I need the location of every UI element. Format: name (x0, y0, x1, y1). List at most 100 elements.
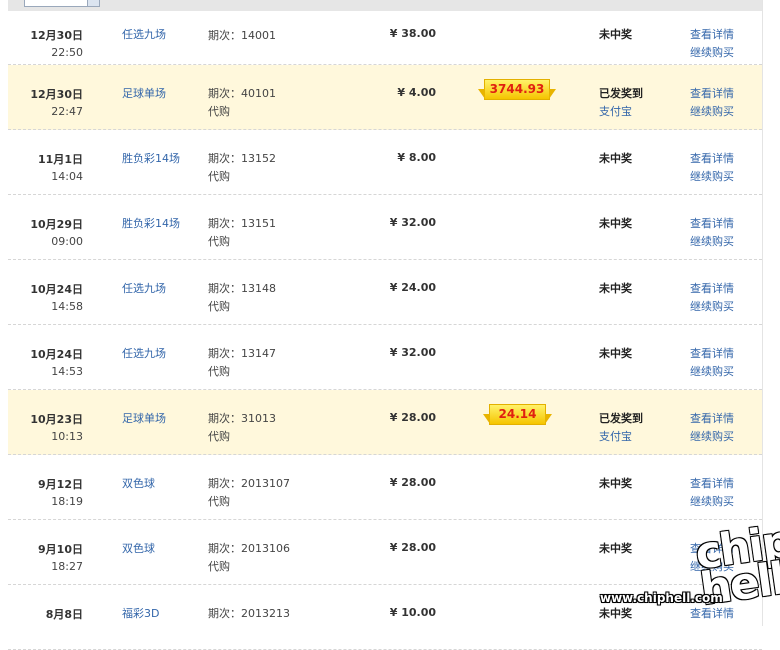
table-row: 10月24日 14:58 任选九场 期次：13148 代购 ¥ 24.00 未中奖 查看详情继… (8, 260, 762, 325)
purchase-type: 代购 (208, 430, 230, 443)
prize-status: 已发奖到 (599, 87, 643, 100)
prize-status: 未中奖 (599, 477, 632, 490)
issue-number: 期次：13151 (208, 217, 276, 230)
view-details-link[interactable]: 查看详情 (690, 475, 734, 491)
issue-number: 期次：2013107 (208, 477, 290, 490)
ribbon-right-icon (549, 89, 556, 99)
order-time: 22:47 (51, 105, 83, 118)
alipay-link[interactable]: 支付宝 (599, 103, 632, 119)
buy-again-link[interactable]: 继续购买 (690, 363, 734, 379)
order-amount: ¥ 8.00 (397, 151, 436, 164)
order-amount: ¥ 28.00 (389, 476, 436, 489)
order-date: 9月12日 (38, 478, 83, 491)
lottery-name-link[interactable]: 足球单场 (122, 410, 166, 426)
chevron-down-icon[interactable] (87, 0, 99, 6)
order-date: 8月8日 (45, 608, 83, 621)
lottery-name-link[interactable]: 任选九场 (122, 345, 166, 361)
issue-number: 期次：2013213 (208, 607, 290, 620)
view-details-link[interactable]: 查看详情 (690, 540, 734, 556)
issue-number: 期次：40101 (208, 87, 276, 100)
order-date: 10月29日 (30, 218, 83, 231)
table-row: 10月23日 10:13 足球单场 期次：31013 代购 ¥ 28.00 已发奖到支付宝 查… (8, 390, 762, 455)
order-date: 12月30日 (30, 29, 83, 42)
order-time: 18:27 (51, 560, 83, 573)
order-time: 14:58 (51, 300, 83, 313)
buy-again-link[interactable]: 继续购买 (690, 103, 734, 119)
buy-again-link[interactable]: 继续购买 (690, 558, 734, 574)
buy-again-link[interactable]: 继续购买 (690, 298, 734, 314)
order-amount: ¥ 32.00 (389, 346, 436, 359)
order-table: 12月30日 22:50 任选九场 期次：14001 ¥ 38.00 未中奖 查看详情 继续购… (8, 11, 762, 650)
lottery-name-link[interactable]: 胜负彩14场 (122, 150, 180, 166)
ribbon-right-icon (545, 414, 552, 424)
buy-again-link[interactable]: 继续购买 (690, 233, 734, 249)
order-time: 10:13 (51, 430, 83, 443)
order-amount: ¥ 10.00 (389, 606, 436, 619)
order-amount: ¥ 24.00 (389, 281, 436, 294)
order-amount: ¥ 4.00 (397, 86, 436, 99)
order-time: 14:53 (51, 365, 83, 378)
table-row: 9月12日 18:19 双色球 期次：2013107 代购 ¥ 28.00 未中奖 查看详情继… (8, 455, 762, 520)
prize-status: 未中奖 (599, 217, 632, 230)
prize-status: 未中奖 (599, 607, 632, 620)
view-details-link[interactable]: 查看详情 (690, 85, 734, 101)
prize-status: 已发奖到 (599, 412, 643, 425)
purchase-type: 代购 (208, 170, 230, 183)
lottery-name-link[interactable]: 双色球 (122, 540, 155, 556)
prize-status: 未中奖 (599, 152, 632, 165)
order-date: 12月30日 (30, 88, 83, 101)
lottery-name-link[interactable]: 双色球 (122, 475, 155, 491)
purchase-type: 代购 (208, 365, 230, 378)
order-time: 09:00 (51, 235, 83, 248)
prize-amount: 24.14 (498, 407, 537, 421)
order-amount: ¥ 28.00 (389, 411, 436, 424)
purchase-type: 代购 (208, 300, 230, 313)
view-details-link[interactable]: 查看详情 (690, 410, 734, 426)
order-time: 22:50 (51, 46, 83, 59)
buy-again-link[interactable]: 继续购买 (690, 44, 734, 60)
order-date: 9月10日 (38, 543, 83, 556)
order-time: 14:04 (51, 170, 83, 183)
prize-amount-badge: 24.14 (483, 404, 552, 425)
view-details-link[interactable]: 查看详情 (690, 215, 734, 231)
view-details-link[interactable]: 查看详情 (690, 345, 734, 361)
lottery-name-link[interactable]: 福彩3D (122, 605, 159, 621)
view-details-link[interactable]: 查看详情 (690, 150, 734, 166)
buy-again-link[interactable]: 继续购买 (690, 428, 734, 444)
buy-again-link[interactable]: 继续购买 (690, 168, 734, 184)
order-amount: ¥ 32.00 (389, 216, 436, 229)
table-row: 12月30日 22:50 任选九场 期次：14001 ¥ 38.00 未中奖 查看详情 继续购… (8, 11, 762, 65)
table-row: 10月24日 14:53 任选九场 期次：13147 代购 ¥ 32.00 未中奖 查看详情继… (8, 325, 762, 390)
lottery-name-link[interactable]: 任选九场 (122, 26, 166, 42)
prize-status: 未中奖 (599, 542, 632, 555)
sort-select[interactable] (24, 0, 100, 7)
order-amount: ¥ 38.00 (389, 27, 436, 40)
prize-status: 未中奖 (599, 28, 632, 41)
issue-number: 期次：31013 (208, 412, 276, 425)
purchase-type: 代购 (208, 495, 230, 508)
prize-status: 未中奖 (599, 282, 632, 295)
order-date: 10月23日 (30, 413, 83, 426)
lottery-name-link[interactable]: 足球单场 (122, 85, 166, 101)
prize-status: 未中奖 (599, 347, 632, 360)
order-amount: ¥ 28.00 (389, 541, 436, 554)
view-details-link[interactable]: 查看详情 (690, 26, 734, 42)
view-details-link[interactable]: 查看详情 (690, 605, 734, 621)
prize-amount: 3744.93 (489, 82, 545, 96)
alipay-link[interactable]: 支付宝 (599, 428, 632, 444)
table-row: 8月8日 福彩3D 期次：2013213 ¥ 10.00 未中奖 查看详情 (8, 585, 762, 650)
table-row: 12月30日 22:47 足球单场 期次：40101 代购 ¥ 4.00 已发奖到支付宝 查看… (8, 65, 762, 130)
lottery-name-link[interactable]: 任选九场 (122, 280, 166, 296)
issue-number: 期次：13152 (208, 152, 276, 165)
purchase-type: 代购 (208, 105, 230, 118)
order-time: 18:19 (51, 495, 83, 508)
top-toolbar-strip (8, 0, 762, 11)
ribbon-left-icon (478, 89, 485, 99)
order-date: 11月1日 (38, 153, 83, 166)
purchase-type: 代购 (208, 235, 230, 248)
table-row: 9月10日 18:27 双色球 期次：2013106 代购 ¥ 28.00 未中奖 查看详情继… (8, 520, 762, 585)
lottery-name-link[interactable]: 胜负彩14场 (122, 215, 180, 231)
view-details-link[interactable]: 查看详情 (690, 280, 734, 296)
buy-again-link[interactable]: 继续购买 (690, 493, 734, 509)
order-date: 10月24日 (30, 348, 83, 361)
